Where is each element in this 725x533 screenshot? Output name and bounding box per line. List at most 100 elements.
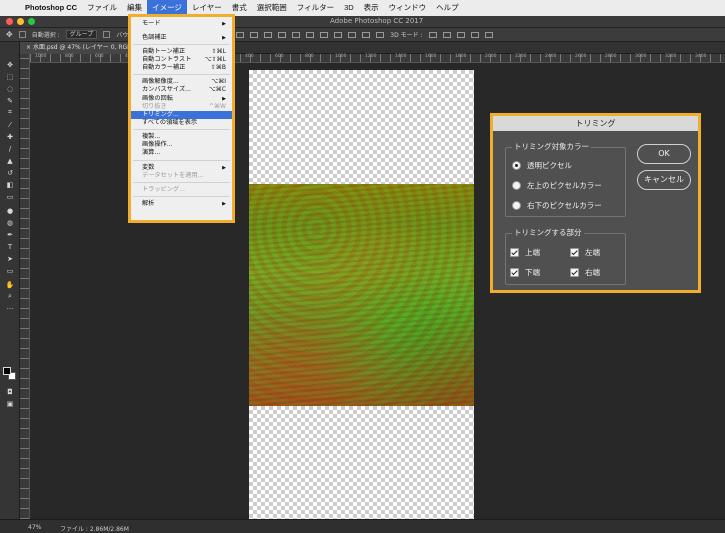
menu-item-duplicate[interactable]: 複製... [131, 133, 232, 141]
menu-file[interactable]: ファイル [82, 0, 122, 16]
menu-item-apply-image[interactable]: 画像操作... [131, 141, 232, 149]
menu-3d[interactable]: 3D [339, 0, 359, 16]
menu-item-image-rotation[interactable]: 画像の回転 ▶ [131, 95, 232, 103]
transform-controls-checkbox[interactable] [103, 31, 111, 38]
checkbox-indicator[interactable] [510, 248, 519, 257]
brush-tool-icon[interactable]: ∕ [4, 144, 16, 153]
eyedropper-tool-icon[interactable]: ⁄ [4, 120, 16, 129]
menu-item-variables[interactable]: 変数 ▶ [131, 164, 232, 172]
dodge-tool-icon[interactable]: ◍ [4, 218, 16, 227]
cancel-button[interactable]: キャンセル [637, 170, 691, 190]
check-left[interactable]: 左端 [570, 247, 600, 258]
distribute-bottom-icon[interactable] [334, 31, 343, 38]
eraser-tool-icon[interactable]: ◧ [4, 180, 16, 189]
3d-pan-icon[interactable] [456, 31, 465, 38]
move-tool-icon[interactable]: ✥ [4, 60, 16, 69]
distribute-right-icon[interactable] [376, 31, 385, 38]
3d-roll-icon[interactable] [442, 31, 451, 38]
vertical-ruler[interactable] [20, 54, 30, 519]
radio-top-left-color[interactable]: 左上のピクセルカラー [512, 180, 602, 191]
screen-mode-icon[interactable]: ▣ [4, 399, 16, 408]
file-size[interactable]: ファイル : 2.86M/2.86M [60, 524, 129, 533]
3d-scale-icon[interactable] [484, 31, 493, 38]
menu-item-label: 解析 [142, 200, 155, 207]
menu-photoshop[interactable]: Photoshop CC [20, 0, 82, 16]
history-brush-tool-icon[interactable]: ↺ [4, 168, 16, 177]
image-menu-dropdown: モード ▶ 色調補正 ▶ 自動トーン補正 ⇧⌘L 自動コントラスト ⌥⇧⌘L 自動カラー補正 ⇧⌘… [131, 17, 232, 220]
auto-select-checkbox[interactable] [18, 31, 26, 38]
ruler-tick-label: 400 [245, 54, 254, 59]
menu-help[interactable]: ヘルプ [431, 0, 464, 16]
menu-view[interactable]: 表示 [359, 0, 384, 16]
ruler-tick-label: 1000 [335, 54, 347, 59]
quick-mask-icon[interactable]: ◘ [4, 387, 16, 396]
auto-select-dropdown[interactable]: グループ [65, 30, 98, 39]
menu-item-canvas-size[interactable]: カンバスサイズ... ⌥⌘C [131, 86, 232, 94]
menu-item-mode[interactable]: モード ▶ [131, 20, 232, 28]
radio-indicator[interactable] [512, 201, 521, 210]
align-bottom-icon[interactable] [250, 31, 259, 38]
image-menu-highlight-frame: モード ▶ 色調補正 ▶ 自動トーン補正 ⇧⌘L 自動コントラスト ⌥⇧⌘L 自動カラー補正 ⇧⌘… [128, 14, 235, 223]
more-tools-icon[interactable]: ··· [4, 304, 16, 313]
align-middle-icon[interactable] [236, 31, 245, 38]
lasso-tool-icon[interactable]: ◌ [4, 84, 16, 93]
zoom-level[interactable]: 47% [28, 524, 41, 531]
checkbox-indicator[interactable] [570, 268, 579, 277]
quick-select-tool-icon[interactable]: ✎ [4, 96, 16, 105]
ruler-tick-label: 2000 [485, 54, 497, 59]
status-bar: 47% ファイル : 2.86M/2.86M [0, 519, 725, 533]
menu-item-trim[interactable]: トリミング... [131, 111, 232, 119]
menu-item-adjustments[interactable]: 色調補正 ▶ [131, 34, 232, 42]
hand-tool-icon[interactable]: ✋ [4, 280, 16, 289]
menu-filter[interactable]: フィルター [292, 0, 339, 16]
check-right[interactable]: 右端 [570, 267, 600, 278]
menu-item-auto-tone[interactable]: 自動トーン補正 ⇧⌘L [131, 48, 232, 56]
menu-item-reveal-all[interactable]: すべての領域を表示 [131, 119, 232, 127]
ruler-tick-label: 2200 [515, 54, 527, 59]
checkbox-indicator[interactable] [570, 248, 579, 257]
check-bottom[interactable]: 下端 [510, 267, 540, 278]
menu-item-auto-contrast[interactable]: 自動コントラスト ⌥⇧⌘L [131, 56, 232, 64]
close-window-button[interactable] [6, 18, 13, 25]
distribute-top-icon[interactable] [306, 31, 315, 38]
crop-tool-icon[interactable]: ⌗ [4, 108, 16, 117]
distribute-middle-icon[interactable] [320, 31, 329, 38]
foreground-color-swatch[interactable] [3, 367, 11, 375]
checkbox-indicator[interactable] [510, 268, 519, 277]
clone-stamp-tool-icon[interactable]: ▲ [4, 156, 16, 165]
minimize-window-button[interactable] [17, 18, 24, 25]
zoom-window-button[interactable] [28, 18, 35, 25]
move-tool-icon[interactable]: ✥ [6, 30, 13, 39]
document-canvas[interactable] [249, 70, 474, 520]
menu-item-shortcut: ⇧⌘B [210, 64, 226, 71]
3d-rotate-icon[interactable] [428, 31, 437, 38]
shape-tool-icon[interactable]: ▭ [4, 266, 16, 275]
menu-item-auto-color[interactable]: 自動カラー補正 ⇧⌘B [131, 64, 232, 72]
healing-brush-tool-icon[interactable]: ✚ [4, 132, 16, 141]
pen-tool-icon[interactable]: ✒ [4, 230, 16, 239]
zoom-tool-icon[interactable]: ⌕ [4, 292, 16, 301]
path-select-tool-icon[interactable]: ➤ [4, 254, 16, 263]
menu-item-analysis[interactable]: 解析 ▶ [131, 200, 232, 208]
close-tab-icon[interactable]: × [26, 44, 33, 51]
gradient-tool-icon[interactable]: ▭ [4, 192, 16, 201]
distribute-center-icon[interactable] [362, 31, 371, 38]
distribute-left-icon[interactable] [348, 31, 357, 38]
align-center-icon[interactable] [278, 31, 287, 38]
radio-bottom-right-color[interactable]: 右下のピクセルカラー [512, 200, 602, 211]
check-top[interactable]: 上端 [510, 247, 540, 258]
menu-window[interactable]: ウィンドウ [384, 0, 432, 16]
ok-button[interactable]: OK [637, 144, 691, 164]
align-right-icon[interactable] [292, 31, 301, 38]
menu-item-image-size[interactable]: 画像解像度... ⌥⌘I [131, 78, 232, 86]
type-tool-icon[interactable]: T [4, 242, 16, 251]
menu-item-calculations[interactable]: 演算... [131, 149, 232, 157]
marquee-tool-icon[interactable]: ⬚ [4, 72, 16, 81]
blur-tool-icon[interactable]: ● [4, 206, 16, 215]
radio-indicator[interactable] [512, 161, 521, 170]
radio-indicator[interactable] [512, 181, 521, 190]
menu-select[interactable]: 選択範囲 [252, 0, 292, 16]
align-left-icon[interactable] [264, 31, 273, 38]
3d-slide-icon[interactable] [470, 31, 479, 38]
radio-transparent-pixels[interactable]: 透明ピクセル [512, 160, 572, 171]
